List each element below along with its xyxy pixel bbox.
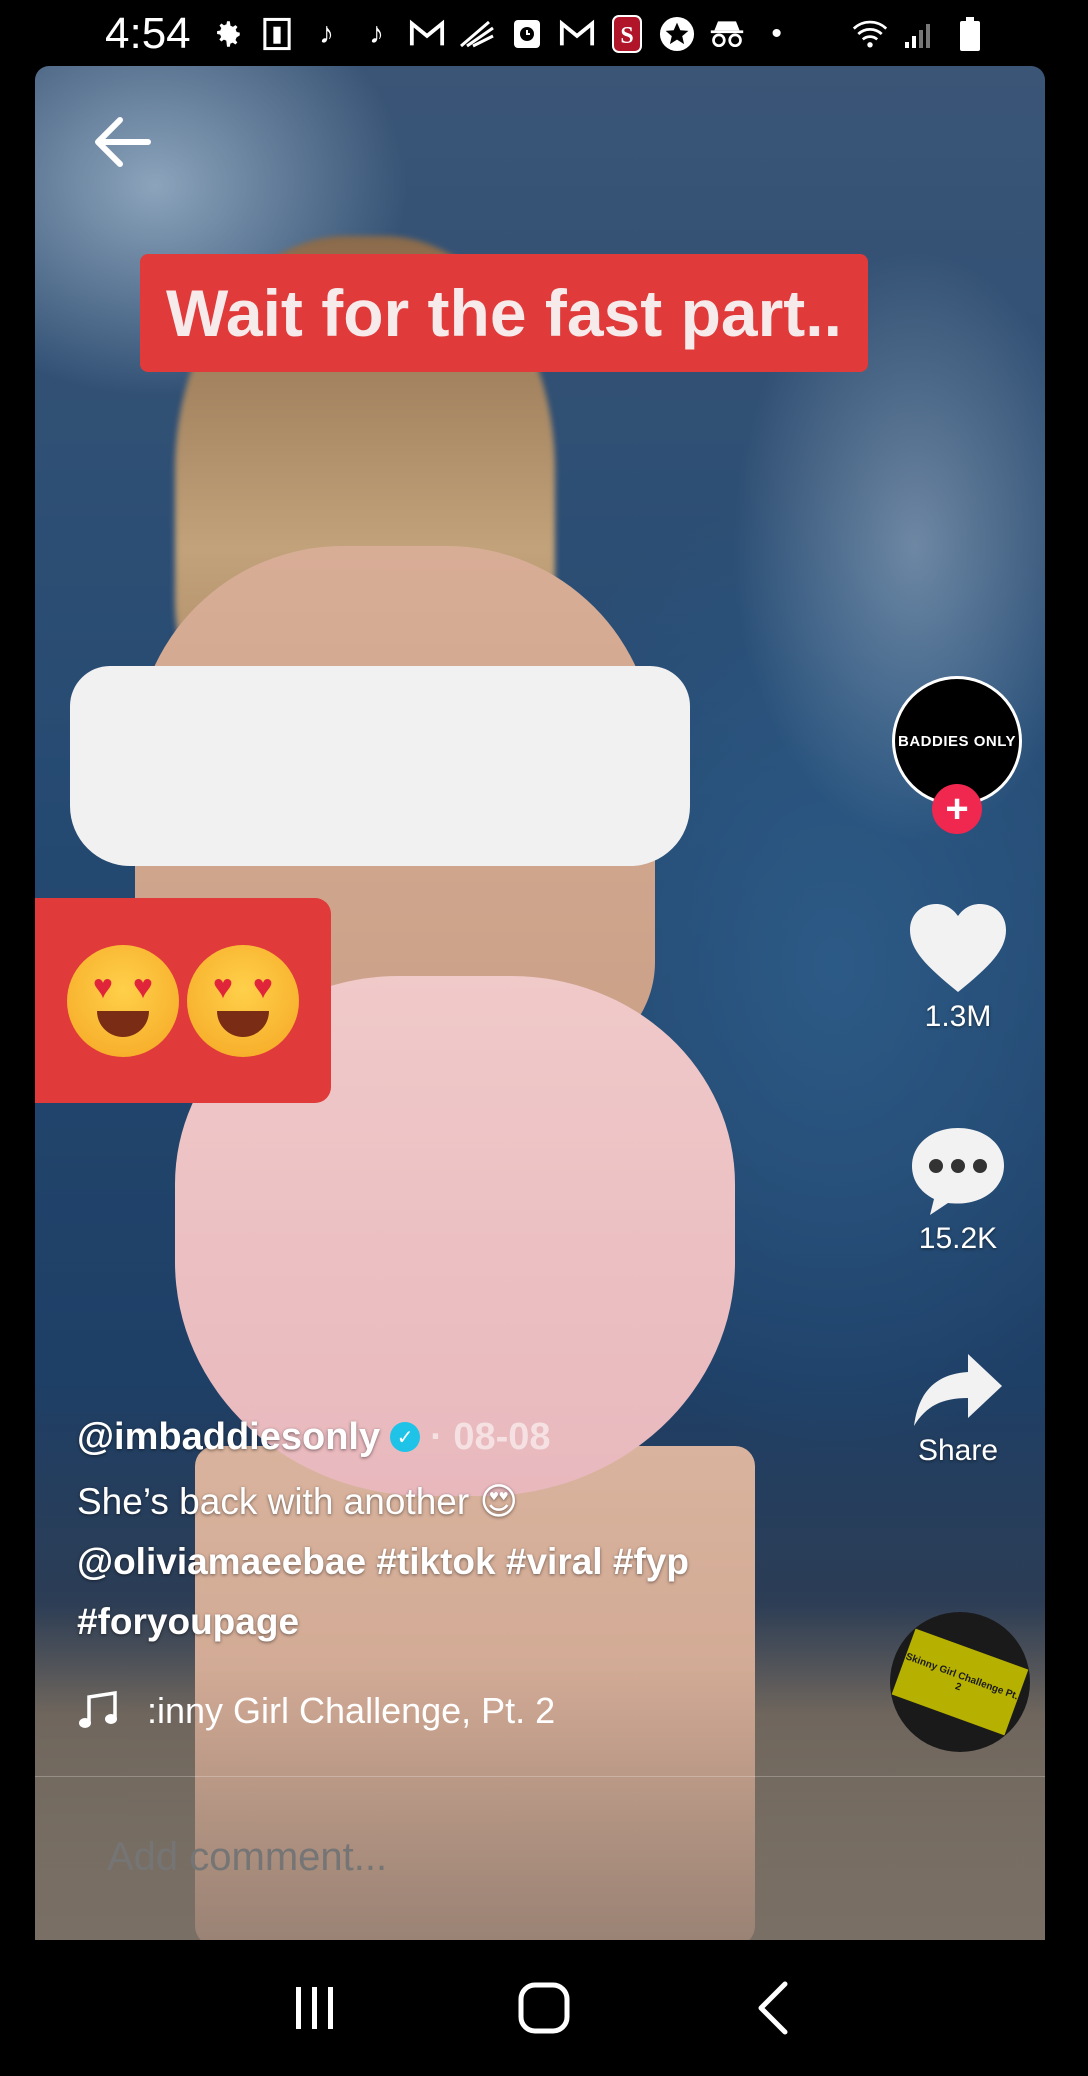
desc-text: She’s back with another xyxy=(77,1481,470,1522)
system-back-button[interactable] xyxy=(738,1973,808,2043)
recent-apps-icon xyxy=(295,1987,333,2029)
video-caption-banner: Wait for the fast part.. xyxy=(140,254,868,372)
gmail-icon xyxy=(559,16,595,52)
status-time: 4:54 xyxy=(105,9,191,58)
post-info: @imbaddiesonly ✓ · 08-08 She’s back with… xyxy=(77,1408,877,1652)
video-figure-shirt xyxy=(70,666,690,866)
heart-icon xyxy=(910,904,1006,992)
tiktok-icon: ♪ xyxy=(369,17,385,50)
notification-icons: ♪ ♪ S • xyxy=(209,15,852,53)
system-icons xyxy=(852,16,988,52)
back-arrow-icon xyxy=(95,117,151,167)
timer-icon xyxy=(509,16,545,52)
home-icon xyxy=(518,1982,570,2034)
comment-count: 15.2K xyxy=(918,1222,998,1255)
recent-apps-button[interactable] xyxy=(280,1973,350,2043)
signal-icon xyxy=(902,16,938,52)
mention-link[interactable]: @oliviamaeebae xyxy=(77,1541,366,1582)
emoji-caption-banner: ♥ ♥ ♥ ♥ xyxy=(35,898,331,1103)
heart-eyes-emoji-icon: ♥ ♥ xyxy=(187,944,299,1057)
heart-eyes-emoji-icon: ♥ ♥ xyxy=(67,944,179,1057)
music-row[interactable]: :inny Girl Challenge, Pt. 2 xyxy=(77,1690,555,1732)
post-description: She’s back with another 😍 @oliviamaeebae… xyxy=(77,1472,877,1652)
svg-text:S: S xyxy=(620,23,633,49)
comment-input[interactable] xyxy=(107,1835,807,1880)
comment-icon xyxy=(912,1128,1004,1215)
username-row: @imbaddiesonly ✓ · 08-08 xyxy=(77,1408,877,1466)
chevron-left-icon xyxy=(758,1981,788,2035)
home-button[interactable] xyxy=(509,1973,579,2043)
username[interactable]: @imbaddiesonly xyxy=(77,1416,380,1459)
music-disc-label: Skinny Girl Challenge Pt. 2 xyxy=(891,1628,1029,1736)
gear-icon xyxy=(209,16,245,52)
tiktok-icon: ♪ xyxy=(319,17,335,50)
like-button[interactable]: 1.3M xyxy=(890,900,1026,1034)
avatar-text: BADDIES ONLY xyxy=(898,732,1016,750)
music-title: :inny Girl Challenge, Pt. 2 xyxy=(147,1690,556,1731)
gmail-icon xyxy=(409,16,445,52)
incognito-icon xyxy=(709,16,745,52)
hashtag-link[interactable]: #foryoupage xyxy=(77,1601,299,1642)
share-label: Share xyxy=(917,1434,999,1467)
follow-button[interactable]: + xyxy=(932,784,982,834)
star-icon xyxy=(659,16,695,52)
hashtag-link[interactable]: #fyp xyxy=(613,1541,689,1582)
status-bar: 4:54 ♪ ♪ S • xyxy=(0,0,1088,68)
plus-icon: + xyxy=(945,787,969,831)
music-note-icon xyxy=(79,1691,117,1728)
comment-button[interactable]: 15.2K xyxy=(890,1122,1026,1256)
music-disc[interactable]: Skinny Girl Challenge Pt. 2 xyxy=(890,1612,1030,1752)
video-caption-text: Wait for the fast part.. xyxy=(166,276,842,350)
delivery-icon xyxy=(459,16,495,52)
wifi-icon xyxy=(852,16,888,52)
share-button[interactable]: Share xyxy=(890,1350,1026,1468)
heart-eyes-emoji-icon: 😍 xyxy=(479,1481,519,1522)
verified-badge-icon: ✓ xyxy=(390,1422,421,1452)
share-arrow-icon xyxy=(914,1354,1002,1426)
comment-bar xyxy=(35,1776,1045,1940)
back-button[interactable] xyxy=(90,110,154,174)
stanford-icon: S xyxy=(609,15,645,53)
hashtag-link[interactable]: #tiktok xyxy=(376,1541,495,1582)
battery-icon xyxy=(952,16,988,52)
post-date: · 08-08 xyxy=(430,1415,551,1458)
lightbulb-icon xyxy=(259,16,295,52)
dot-icon: • xyxy=(771,17,782,50)
like-count: 1.3M xyxy=(924,1000,992,1033)
system-nav-bar xyxy=(0,1940,1088,2076)
hashtag-link[interactable]: #viral xyxy=(506,1541,603,1582)
